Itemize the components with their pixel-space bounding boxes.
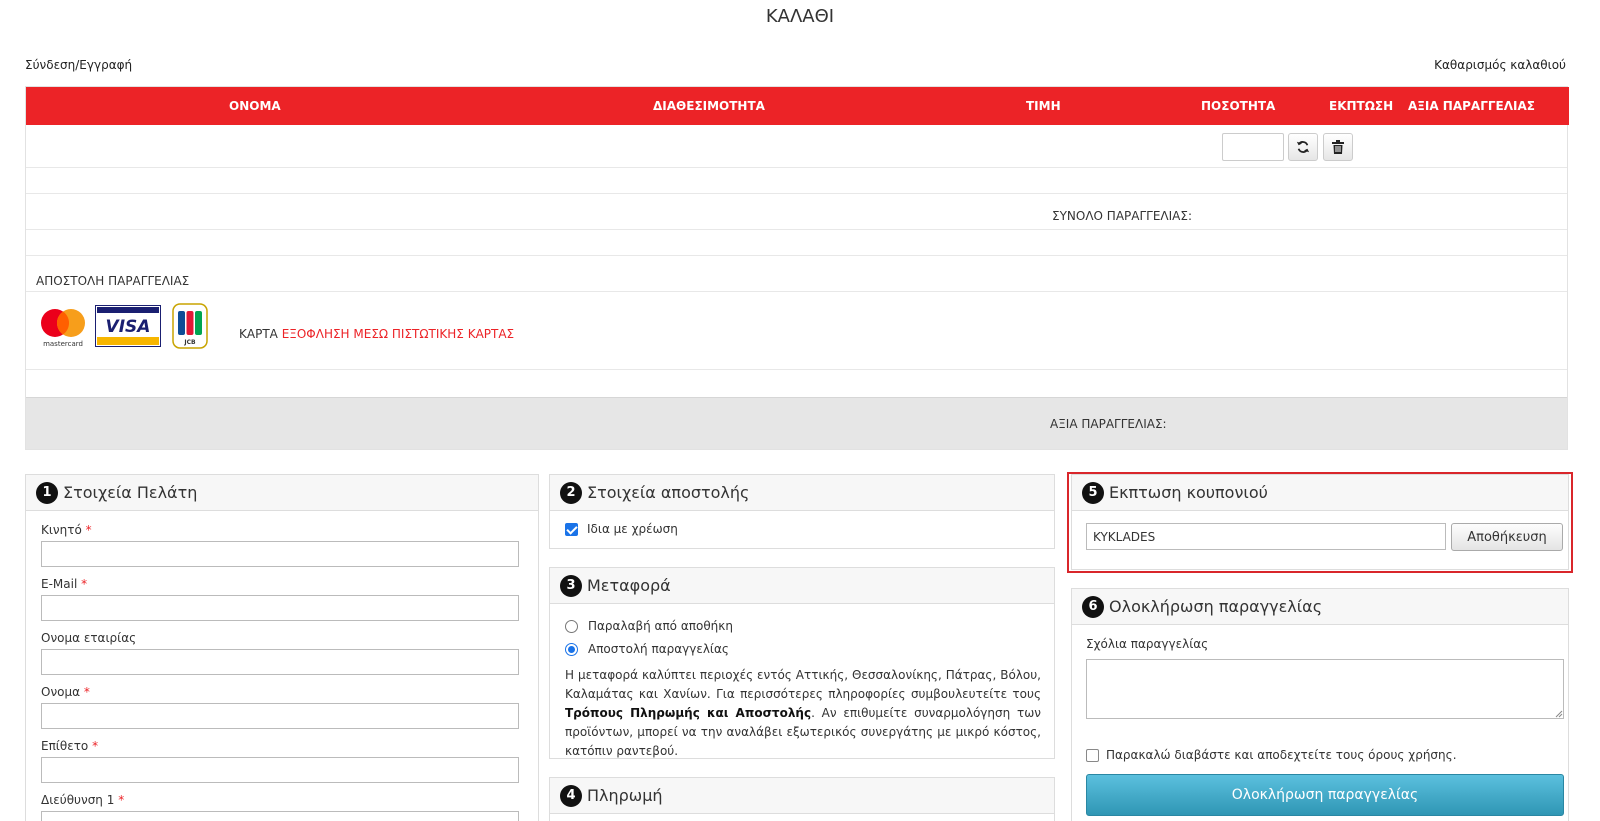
address-label: Διεύθυνση 1 * [41, 793, 125, 807]
clear-cart-link[interactable]: Καθαρισμός καλαθιού [1434, 58, 1566, 72]
payment-panel: 4 Πληρωμή [549, 777, 1055, 821]
step-number-badge: 4 [560, 784, 582, 807]
first-name-label: Ονομα * [41, 685, 90, 699]
row-divider [26, 193, 1567, 194]
terms-checkbox[interactable] [1086, 749, 1099, 762]
customer-panel: 1 Στοιχεία Πελάτη Κινητό * E-Mail * Ονομ… [25, 474, 539, 821]
complete-order-header: 6 Ολοκλήρωση παραγγελίας [1072, 589, 1568, 625]
card-payment-link[interactable]: ΕΞΟΦΛΗΣΗ ΜΕΣΩ ΠΙΣΤΩΤΙΚΗΣ ΚΑΡΤΑΣ [282, 327, 514, 341]
email-label: E-Mail * [41, 577, 88, 591]
cart-table-header: ΟΝΟΜΑ ΔΙΑΘΕΣΙΜΟΤΗΤΑ ΤΙΜΗ ΠΟΣΟΤΗΤΑ ΕΚΠΤΩΣ… [26, 87, 1569, 125]
address-field[interactable] [41, 811, 519, 821]
row-divider [26, 229, 1567, 230]
payment-header: 4 Πληρωμή [550, 778, 1054, 814]
row-divider [26, 369, 1567, 370]
svg-text:JCB: JCB [183, 339, 196, 346]
step-number-badge: 3 [560, 574, 582, 597]
delivery-radio[interactable] [565, 643, 578, 656]
jcb-logo: JCB [172, 303, 208, 349]
order-value-bar: ΑΞΙΑ ΠΑΡΑΓΓΕΛΙΑΣ: [26, 397, 1567, 449]
row-divider [26, 167, 1567, 168]
trash-icon [1332, 140, 1344, 154]
payment-title: Πληρωμή [587, 786, 663, 805]
step-number-badge: 2 [560, 481, 582, 504]
last-name-field[interactable] [41, 757, 519, 783]
shipping-label: ΑΠΟΣΤΟΛΗ ΠΑΡΑΓΓΕΛΙΑΣ [36, 274, 190, 288]
customer-panel-header: 1 Στοιχεία Πελάτη [26, 475, 538, 511]
shipping-info-header: 2 Στοιχεία αποστολής [550, 475, 1054, 511]
same-as-billing-checkbox[interactable] [565, 523, 578, 536]
row-divider [26, 291, 1567, 292]
card-payment-text: ΚΑΡΤΑ ΕΞΟΦΛΗΣΗ ΜΕΣΩ ΠΙΣΤΩΤΙΚΗΣ ΚΑΡΤΑΣ [239, 327, 514, 341]
column-header-quantity: ΠΟΣΟΤΗΤΑ [1201, 99, 1276, 113]
company-label: Ονομα εταιρίας [41, 631, 137, 645]
card-prefix: ΚΑΡΤΑ [239, 327, 278, 341]
pickup-radio[interactable] [565, 620, 578, 633]
order-comments-label: Σχόλια παραγγελίας [1086, 637, 1209, 651]
payment-shipping-methods-link[interactable]: Τρόπους Πληρωμής και Αποστολής [565, 706, 811, 720]
company-field[interactable] [41, 649, 519, 675]
complete-order-button[interactable]: Ολοκλήρωση παραγγελίας [1086, 774, 1564, 816]
complete-order-panel: 6 Ολοκλήρωση παραγγελίας Σχόλια παραγγελ… [1071, 588, 1569, 821]
transport-description: Η μεταφορά καλύπτει περιοχές εντός Αττικ… [565, 668, 1041, 758]
quantity-input[interactable] [1222, 133, 1284, 161]
delivery-label: Αποστολή παραγγελίας [588, 642, 729, 656]
pickup-label: Παραλαβή από αποθήκη [588, 619, 733, 633]
order-comments-textarea[interactable] [1086, 659, 1564, 719]
visa-logo: VISA [95, 305, 161, 347]
coupon-highlight-frame [1067, 472, 1573, 573]
remove-item-button[interactable] [1323, 133, 1353, 161]
email-field[interactable] [41, 595, 519, 621]
svg-text:mastercard: mastercard [43, 340, 83, 348]
shipping-info-title: Στοιχεία αποστολής [587, 483, 750, 502]
customer-panel-title: Στοιχεία Πελάτη [63, 483, 198, 502]
refresh-quantity-button[interactable] [1288, 133, 1318, 161]
resize-handle-icon [1555, 710, 1563, 718]
row-divider [26, 255, 1567, 256]
step-number-badge: 6 [1082, 595, 1104, 618]
column-header-availability: ΔΙΑΘΕΣΙΜΟΤΗΤΑ [653, 99, 765, 113]
mobile-label: Κινητό * [41, 523, 92, 537]
transport-header: 3 Μεταφορά [550, 568, 1054, 604]
cart-table: ΟΝΟΜΑ ΔΙΑΘΕΣΙΜΟΤΗΤΑ ΤΙΜΗ ΠΟΣΟΤΗΤΑ ΕΚΠΤΩΣ… [25, 86, 1569, 450]
column-header-name: ΟΝΟΜΑ [229, 99, 281, 113]
transport-title: Μεταφορά [587, 576, 671, 595]
page-title: ΚΑΛΑΘΙ [765, 6, 835, 27]
mobile-field[interactable] [41, 541, 519, 567]
same-as-billing-label: Ιδια με χρέωση [587, 522, 678, 536]
column-header-discount: ΕΚΠΤΩΣΗ [1329, 99, 1394, 113]
transport-panel: 3 Μεταφορά Παραλαβή από αποθήκη Αποστολή… [549, 567, 1055, 759]
refresh-icon [1296, 141, 1310, 153]
mastercard-logo: mastercard [41, 309, 85, 348]
shipping-info-panel: 2 Στοιχεία αποστολής Ιδια με χρέωση [549, 474, 1055, 549]
step-number-badge: 1 [36, 481, 58, 504]
complete-order-title: Ολοκλήρωση παραγγελίας [1109, 597, 1323, 616]
last-name-label: Επίθετο * [41, 739, 99, 753]
svg-text:VISA: VISA [106, 317, 151, 337]
order-value-label: ΑΞΙΑ ΠΑΡΑΓΓΕΛΙΑΣ: [1050, 417, 1167, 431]
terms-label: Παρακαλώ διαβάστε και αποδεχτείτε τους ό… [1106, 748, 1457, 762]
column-header-order-value: ΑΞΙΑ ΠΑΡΑΓΓΕΛΙΑΣ [1408, 99, 1535, 113]
order-total-label: ΣΥΝΟΛΟ ΠΑΡΑΓΓΕΛΙΑΣ: [1052, 209, 1193, 223]
column-header-price: ΤΙΜΗ [1026, 99, 1061, 113]
login-register-link[interactable]: Σύνδεση/Εγγραφή [25, 58, 132, 72]
first-name-field[interactable] [41, 703, 519, 729]
